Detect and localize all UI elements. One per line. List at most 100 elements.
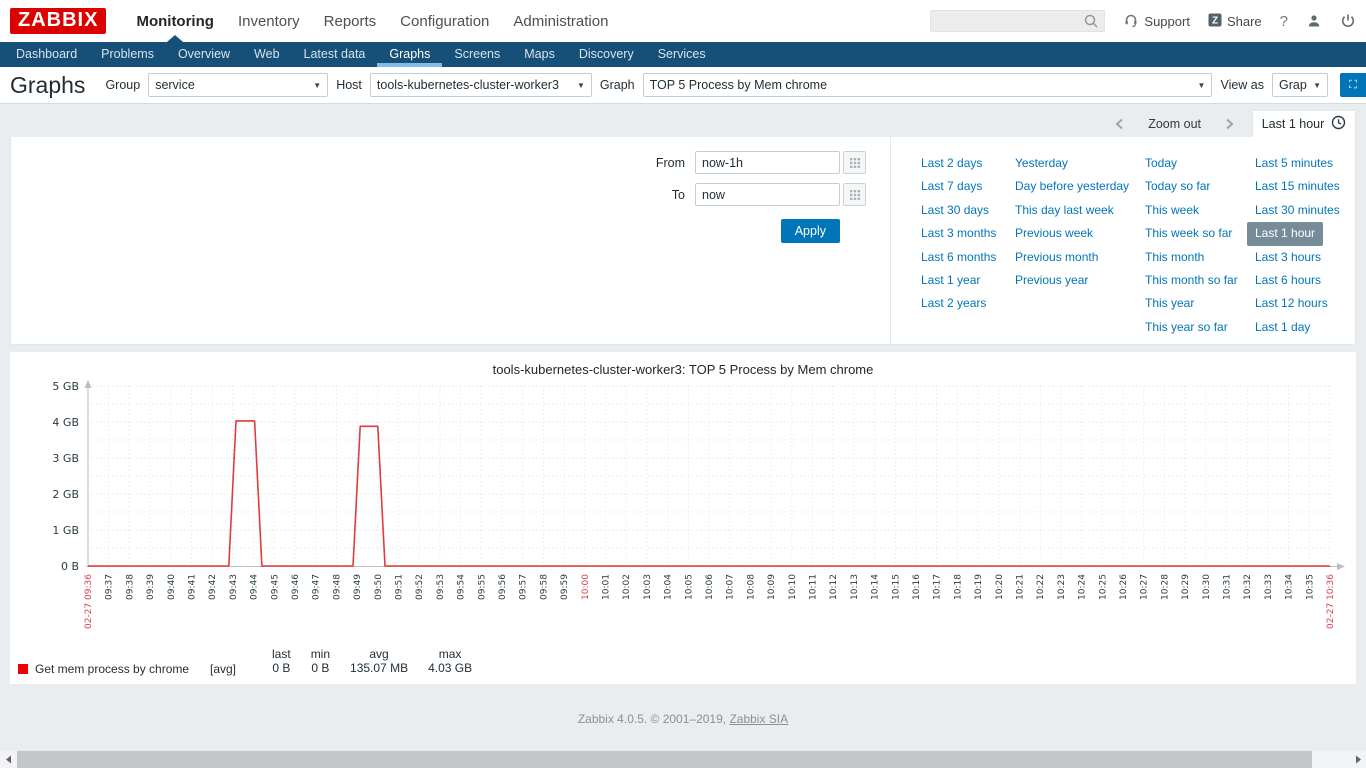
quick-range-last-2-years[interactable]: Last 2 years: [921, 292, 986, 315]
subnav-item-web[interactable]: Web: [242, 42, 291, 67]
quick-range-yesterday[interactable]: Yesterday: [1015, 152, 1068, 175]
scroll-right-arrow-icon[interactable]: [1349, 751, 1366, 768]
quick-range-this-week[interactable]: This week: [1145, 199, 1199, 222]
quick-range-column-3: TodayToday so farThis weekThis week so f…: [1145, 152, 1255, 344]
chart-area[interactable]: 0 B1 GB2 GB3 GB4 GB5 GB02-27 09:3609:370…: [10, 380, 1356, 647]
subnav-item-overview[interactable]: Overview: [166, 42, 242, 67]
fullscreen-button[interactable]: ⛶: [1340, 73, 1366, 97]
footer-zabbix-sia-link[interactable]: Zabbix SIA: [729, 712, 788, 726]
time-forward-chevron-icon[interactable]: [1215, 114, 1244, 134]
quick-range-last-2-days[interactable]: Last 2 days: [921, 152, 982, 175]
quick-range-this-month[interactable]: This month: [1145, 246, 1204, 269]
active-nav-caret: [167, 35, 183, 42]
svg-text:10:20: 10:20: [995, 574, 1005, 600]
subnav-item-services[interactable]: Services: [646, 42, 718, 67]
quick-range-last-1-year[interactable]: Last 1 year: [921, 269, 980, 292]
quick-range-last-5-minutes[interactable]: Last 5 minutes: [1255, 152, 1333, 175]
share-z-icon: Z: [1208, 13, 1222, 30]
chart-svg[interactable]: 0 B1 GB2 GB3 GB4 GB5 GB02-27 09:3609:370…: [10, 380, 1356, 642]
top-header: ZABBIX MonitoringInventoryReportsConfigu…: [0, 0, 1366, 42]
main-nav-item-administration[interactable]: Administration: [501, 0, 620, 42]
group-select[interactable]: service ▼: [148, 73, 328, 97]
quick-range-last-7-days[interactable]: Last 7 days: [921, 175, 982, 198]
quick-range-last-3-months[interactable]: Last 3 months: [921, 222, 996, 245]
time-back-chevron-icon[interactable]: [1105, 114, 1134, 134]
svg-text:2 GB: 2 GB: [52, 488, 79, 501]
subnav-item-problems[interactable]: Problems: [89, 42, 166, 67]
user-profile-icon[interactable]: [1306, 13, 1322, 29]
help-icon[interactable]: ?: [1280, 13, 1288, 30]
main-nav-item-reports[interactable]: Reports: [312, 0, 389, 42]
main-nav-item-inventory[interactable]: Inventory: [226, 0, 312, 42]
zoom-out-button[interactable]: Zoom out: [1134, 117, 1215, 131]
main-nav-item-configuration[interactable]: Configuration: [388, 0, 501, 42]
quick-range-last-30-days[interactable]: Last 30 days: [921, 199, 989, 222]
svg-text:09:52: 09:52: [415, 574, 425, 600]
apply-button[interactable]: Apply: [781, 219, 840, 243]
svg-text:10:28: 10:28: [1160, 574, 1170, 600]
time-range-tab[interactable]: Last 1 hour: [1252, 110, 1356, 137]
quick-range-column-4: Last 5 minutesLast 15 minutesLast 30 min…: [1255, 152, 1355, 344]
graph-select[interactable]: TOP 5 Process by Mem chrome ▼: [643, 73, 1213, 97]
from-calendar-button[interactable]: [843, 151, 866, 174]
quick-range-this-year-so-far[interactable]: This year so far: [1145, 316, 1228, 339]
share-label: Share: [1227, 14, 1262, 29]
scroll-left-arrow-icon[interactable]: [0, 751, 17, 768]
subnav-item-latest-data[interactable]: Latest data: [292, 42, 378, 67]
chart-title: tools-kubernetes-cluster-worker3: TOP 5 …: [10, 360, 1356, 380]
scrollbar-thumb[interactable]: [17, 751, 1312, 768]
to-calendar-button[interactable]: [843, 183, 866, 206]
share-link[interactable]: Z Share: [1208, 13, 1262, 30]
svg-text:09:58: 09:58: [539, 574, 549, 600]
quick-range-last-12-hours[interactable]: Last 12 hours: [1255, 292, 1328, 315]
quick-range-last-15-minutes[interactable]: Last 15 minutes: [1255, 175, 1340, 198]
subnav-item-maps[interactable]: Maps: [512, 42, 567, 67]
quick-range-today-so-far[interactable]: Today so far: [1145, 175, 1210, 198]
quick-range-column-1: Last 2 daysLast 7 daysLast 30 daysLast 3…: [921, 152, 1015, 344]
svg-text:10:09: 10:09: [767, 574, 777, 600]
subnav-item-screens[interactable]: Screens: [442, 42, 512, 67]
quick-range-this-day-last-week[interactable]: This day last week: [1015, 199, 1114, 222]
from-label: From: [656, 156, 685, 170]
svg-text:10:05: 10:05: [684, 574, 694, 600]
support-link[interactable]: Support: [1123, 12, 1190, 31]
quick-range-this-month-so-far[interactable]: This month so far: [1145, 269, 1238, 292]
svg-text:10:22: 10:22: [1036, 574, 1046, 600]
quick-range-this-year[interactable]: This year: [1145, 292, 1194, 315]
svg-text:10:18: 10:18: [953, 574, 963, 600]
search-icon[interactable]: [1083, 13, 1099, 34]
view-as-select[interactable]: Graph ▼: [1272, 73, 1328, 97]
quick-range-day-before-yesterday[interactable]: Day before yesterday: [1015, 175, 1129, 198]
graph-label: Graph: [600, 78, 635, 92]
quick-range-last-30-minutes[interactable]: Last 30 minutes: [1255, 199, 1340, 222]
quick-range-last-3-hours[interactable]: Last 3 hours: [1255, 246, 1321, 269]
subnav-item-discovery[interactable]: Discovery: [567, 42, 646, 67]
svg-text:09:46: 09:46: [291, 574, 301, 600]
logout-power-icon[interactable]: [1340, 13, 1356, 29]
quick-range-last-6-hours[interactable]: Last 6 hours: [1255, 269, 1321, 292]
quick-range-last-1-hour[interactable]: Last 1 hour: [1247, 222, 1323, 245]
quick-range-previous-year[interactable]: Previous year: [1015, 269, 1088, 292]
header-actions: Support Z Share ?: [930, 10, 1356, 32]
footer-text: Zabbix 4.0.5. © 2001–2019,: [578, 712, 730, 726]
scrollbar-track[interactable]: [17, 751, 1349, 768]
zabbix-logo[interactable]: ZABBIX: [10, 8, 106, 34]
quick-range-this-week-so-far[interactable]: This week so far: [1145, 222, 1232, 245]
quick-range-column-2: YesterdayDay before yesterdayThis day la…: [1015, 152, 1145, 344]
svg-text:09:44: 09:44: [250, 574, 260, 600]
quick-range-last-1-day[interactable]: Last 1 day: [1255, 316, 1310, 339]
main-nav-item-monitoring[interactable]: Monitoring: [124, 0, 225, 42]
svg-text:3 GB: 3 GB: [52, 452, 79, 465]
host-select[interactable]: tools-kubernetes-cluster-worker3 ▼: [370, 73, 592, 97]
subnav-item-graphs[interactable]: Graphs: [377, 42, 442, 67]
quick-range-previous-week[interactable]: Previous week: [1015, 222, 1093, 245]
to-input[interactable]: [695, 183, 840, 206]
quick-range-previous-month[interactable]: Previous month: [1015, 246, 1098, 269]
search-input[interactable]: [930, 10, 1105, 32]
quick-range-today[interactable]: Today: [1145, 152, 1177, 175]
svg-text:10:12: 10:12: [829, 574, 839, 600]
quick-range-last-6-months[interactable]: Last 6 months: [921, 246, 996, 269]
from-input[interactable]: [695, 151, 840, 174]
time-form-area: From To Apply: [11, 137, 891, 344]
subnav-item-dashboard[interactable]: Dashboard: [4, 42, 89, 67]
